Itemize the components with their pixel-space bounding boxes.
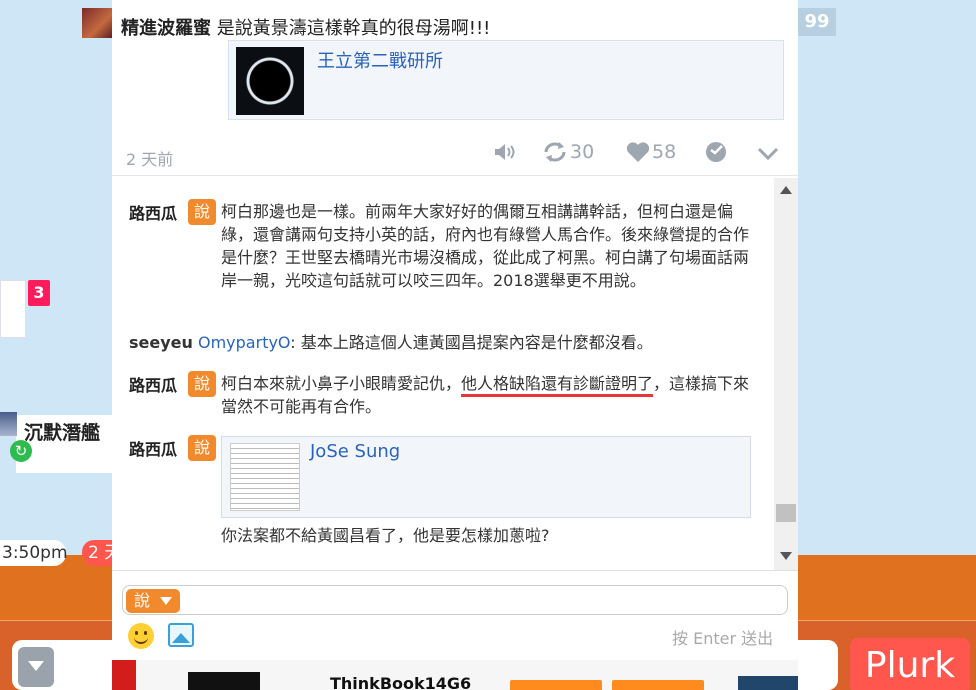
reply-input[interactable] <box>122 585 788 615</box>
avatar[interactable] <box>82 8 112 38</box>
response-text: 柯白本來就小鼻子小眼睛愛記仇， <box>221 374 462 393</box>
response-scrollbar[interactable] <box>774 178 798 570</box>
qualifier-badge: 說 <box>188 435 216 461</box>
ad-button[interactable] <box>612 680 704 690</box>
plurk-submit-button[interactable]: Plurk <box>850 638 970 690</box>
response-text: seeyeu OmypartyO: 基本上路這個人連黃國昌提案內容是什麼都沒看。 <box>129 331 749 354</box>
response-text: : 基本上路這個人連黃國昌提案內容是什麼都沒看。 <box>290 333 653 352</box>
ad-image <box>738 676 798 690</box>
response-count-badge[interactable]: 3 <box>28 280 50 306</box>
chevron-down-icon[interactable] <box>756 142 780 164</box>
ad-logo <box>112 660 136 690</box>
response-user-name[interactable]: 路西瓜 <box>129 200 177 224</box>
plurk-content: 精進波羅蜜 是說黃景濤這樣幹真的很母湯啊!!! <box>121 14 490 40</box>
scroll-up-icon[interactable] <box>780 186 792 194</box>
response-user-name[interactable]: seeyeu <box>129 333 193 352</box>
ad-text: ThinkBook14G6 <box>330 674 472 690</box>
link-thumbnail <box>236 47 304 115</box>
emoji-icon[interactable] <box>128 623 154 649</box>
response-count-badge[interactable]: 99 <box>798 8 836 36</box>
response-user-name[interactable]: 路西瓜 <box>129 436 177 460</box>
scroll-thumb[interactable] <box>776 504 796 522</box>
qualifier-badge: 說 <box>188 199 216 225</box>
link-title[interactable]: JoSe Sung <box>310 441 400 462</box>
ad-banner[interactable]: ThinkBook14G6 <box>112 660 798 690</box>
link-preview-card[interactable]: JoSe Sung <box>221 436 751 518</box>
link-preview-card[interactable]: 王立第二戰研所 <box>228 40 784 120</box>
replurk-count: 30 <box>570 141 595 163</box>
response-user-name[interactable]: 路西瓜 <box>129 372 177 396</box>
replurk-icon[interactable] <box>542 140 568 164</box>
reply-form: 說 按 Enter 送出 <box>112 570 798 660</box>
send-hint: 按 Enter 送出 <box>672 629 774 648</box>
qualifier-badge: 說 <box>188 371 216 397</box>
response-text: 柯白那邊也是一樣。前兩年大家好好的偶爾互相講講幹話，但柯白還是偏綠，還會講兩句支… <box>221 202 750 290</box>
image-upload-icon[interactable] <box>168 623 194 647</box>
link-thumbnail <box>230 443 300 511</box>
qualifier-dropdown[interactable]: 說 <box>126 589 180 613</box>
underlined-text: 他人格缺陷還有診斷證明了 <box>461 374 654 393</box>
share-icon[interactable] <box>704 140 728 164</box>
heart-icon[interactable] <box>626 141 650 163</box>
plurk-text: 是說黃景濤這樣幹真的很母湯啊!!! <box>216 18 491 39</box>
ad-button[interactable] <box>510 680 602 690</box>
plurk-owner-name[interactable]: 精進波羅蜜 <box>121 18 211 39</box>
expand-down-button[interactable] <box>18 647 54 687</box>
plurk-time: 2 天前 <box>126 150 174 169</box>
replurk-icon: ↻ <box>10 440 32 462</box>
response-list: 路西瓜 說 柯白那邊也是一樣。前兩年大家好好的偶爾互相講講幹話，但柯白還是偏綠，… <box>112 178 774 570</box>
mute-icon[interactable] <box>492 140 516 164</box>
response-text: 柯白本來就小鼻子小眼睛愛記仇，他人格缺陷還有診斷證明了，這樣搞下來當然不可能再有… <box>221 372 751 418</box>
timeline-time-label: 3:50pm <box>0 540 68 566</box>
timeline-card[interactable] <box>0 280 26 338</box>
link-title[interactable]: 王立第二戰研所 <box>317 47 443 73</box>
scroll-down-icon[interactable] <box>780 552 792 560</box>
ad-image <box>188 672 260 690</box>
response-text: 你法案都不給黃國昌看了，他是要怎樣加蔥啦? <box>221 526 550 545</box>
mention-link[interactable]: OmypartyO <box>198 333 290 352</box>
like-count: 58 <box>652 141 677 163</box>
timeline-user-name[interactable]: 沉默潛艦 <box>24 418 100 445</box>
avatar[interactable] <box>0 412 17 436</box>
plurk-action-bar: 2 天前 30 58 <box>112 132 798 176</box>
